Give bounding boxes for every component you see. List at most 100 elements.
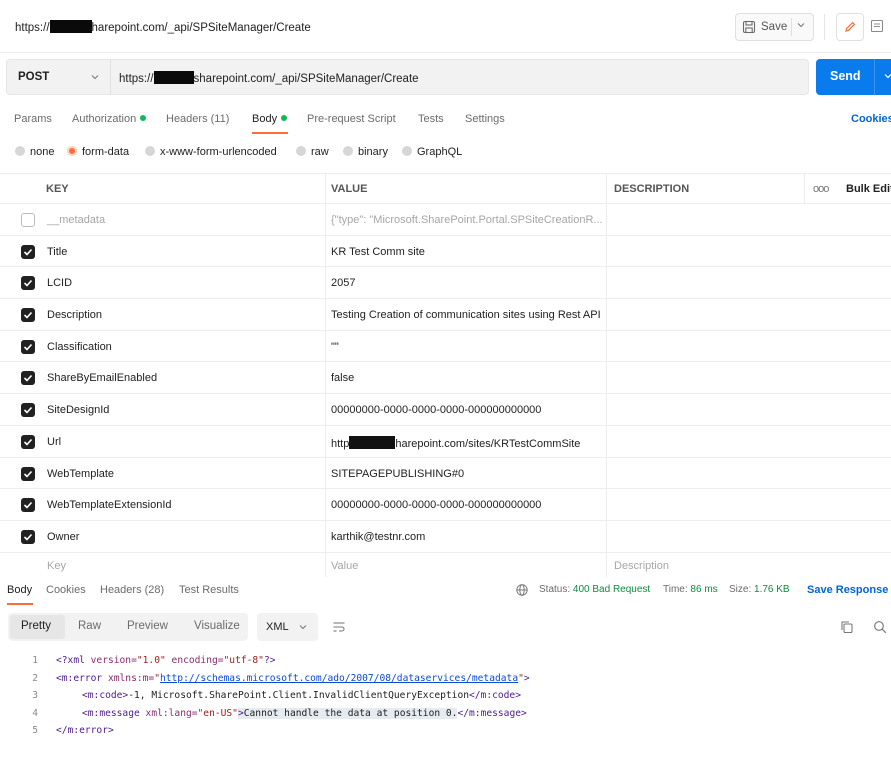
bulk-edit-button[interactable]: Bulk Edit — [846, 183, 891, 195]
row-checkbox[interactable] — [21, 308, 35, 323]
chevron-down-icon[interactable] — [90, 72, 100, 82]
value-cell[interactable]: 00000000-0000-0000-0000-000000000000 — [331, 404, 541, 416]
key-placeholder[interactable]: Key — [47, 560, 66, 572]
view-visualize[interactable]: Visualize — [194, 620, 240, 632]
radio-none[interactable]: none — [15, 146, 54, 158]
cookies-link[interactable]: Cookies — [851, 113, 891, 125]
response-tab-headers[interactable]: Headers (28) — [100, 584, 164, 596]
key-cell[interactable]: Classification — [47, 341, 112, 353]
row-checkbox[interactable] — [21, 213, 35, 227]
row-checkbox[interactable] — [21, 466, 35, 481]
value-cell[interactable]: karthik@testnr.com — [331, 531, 425, 543]
row-checkbox[interactable] — [21, 276, 35, 291]
column-divider — [325, 425, 326, 457]
row-checkbox[interactable] — [21, 498, 35, 513]
request-title[interactable]: https:// harepoint.com/_api/SPSiteManager… — [15, 20, 311, 34]
response-tab-test-results[interactable]: Test Results — [179, 584, 239, 596]
tab-params[interactable]: Params — [14, 113, 52, 125]
view-preview[interactable]: Preview — [127, 620, 168, 632]
send-button[interactable]: Send — [816, 59, 891, 95]
radio-raw[interactable]: raw — [296, 146, 329, 158]
table-row: LCID 2057 — [0, 267, 891, 300]
request-title-bar: https:// harepoint.com/_api/SPSiteManager… — [0, 0, 891, 53]
copy-icon[interactable] — [840, 620, 854, 634]
save-label: Save — [761, 21, 788, 33]
line-content: </m:error> — [56, 725, 114, 736]
value-cell[interactable]: http harepoint.com/sites/KRTestCommSite — [331, 435, 580, 450]
radio-graphql[interactable]: GraphQL — [402, 146, 462, 158]
value-cell[interactable]: 00000000-0000-0000-0000-000000000000 — [331, 499, 541, 511]
row-checkbox[interactable] — [21, 244, 35, 259]
view-pretty[interactable]: Pretty — [21, 620, 51, 632]
key-cell[interactable]: WebTemplateExtensionId — [47, 499, 172, 511]
column-divider — [606, 174, 607, 203]
format-select[interactable]: XML — [257, 613, 318, 641]
redacted-block — [349, 435, 396, 449]
more-options-button[interactable]: ooo — [813, 183, 829, 195]
key-cell[interactable]: Url — [47, 436, 61, 448]
radio-x-www-form-urlencoded[interactable]: x-www-form-urlencoded — [145, 146, 277, 158]
response-tab-body[interactable]: Body — [7, 584, 32, 596]
value-cell[interactable]: 2057 — [331, 277, 355, 289]
method-select[interactable]: POST — [18, 71, 49, 83]
comment-icon[interactable] — [870, 19, 884, 33]
column-divider — [325, 489, 326, 520]
row-checkbox[interactable] — [21, 371, 35, 386]
response-tab-cookies[interactable]: Cookies — [46, 584, 86, 596]
key-cell[interactable]: __metadata — [47, 214, 105, 226]
response-code-view[interactable]: 1 <?xml version="1.0" encoding="utf-8"?>… — [0, 652, 891, 740]
column-divider — [325, 362, 326, 394]
wrap-lines-icon[interactable] — [332, 620, 346, 634]
response-size[interactable]: Size: 1.76 KB — [729, 584, 790, 595]
chevron-down-icon[interactable] — [883, 71, 891, 81]
value-cell[interactable]: SITEPAGEPUBLISHING#0 — [331, 468, 464, 480]
checkbox-checked-icon — [23, 312, 33, 319]
row-checkbox[interactable] — [21, 529, 35, 544]
value-placeholder[interactable]: Value — [331, 560, 358, 572]
tab-pre-request-script[interactable]: Pre-request Script — [307, 113, 396, 125]
column-divider — [606, 299, 607, 330]
description-placeholder[interactable]: Description — [614, 560, 669, 572]
tab-authorization[interactable]: Authorization — [72, 113, 147, 125]
row-checkbox[interactable] — [21, 339, 35, 354]
key-cell[interactable]: WebTemplate — [47, 468, 114, 480]
tab-tests[interactable]: Tests — [418, 113, 444, 125]
response-tabs: Body Cookies Headers (28) Test Results S… — [0, 578, 891, 606]
value-cell[interactable]: false — [331, 372, 354, 384]
chevron-down-icon[interactable] — [796, 20, 806, 30]
edit-button[interactable] — [836, 13, 864, 41]
row-checkbox[interactable] — [21, 403, 35, 418]
url-input[interactable]: https:// sharepoint.com/_api/SPSiteManage… — [119, 71, 419, 85]
value-cell[interactable]: "" — [331, 341, 339, 353]
search-icon[interactable] — [873, 620, 887, 634]
key-cell[interactable]: Title — [47, 246, 67, 258]
key-cell[interactable]: SiteDesignId — [47, 404, 109, 416]
radio-label: x-www-form-urlencoded — [160, 146, 277, 158]
key-cell[interactable]: ShareByEmailEnabled — [47, 372, 157, 384]
response-status[interactable]: Status: 400 Bad Request — [539, 584, 650, 595]
tab-settings[interactable]: Settings — [465, 113, 505, 125]
key-cell[interactable]: LCID — [47, 277, 72, 289]
response-time[interactable]: Time: 86 ms — [663, 584, 718, 595]
value-cell[interactable]: Testing Creation of communication sites … — [331, 309, 601, 321]
save-response-button[interactable]: Save Response — [807, 584, 888, 596]
column-divider — [325, 457, 326, 489]
column-divider — [325, 204, 326, 235]
value-cell[interactable]: {"type": "Microsoft.SharePoint.Portal.SP… — [331, 214, 603, 226]
globe-icon[interactable] — [515, 583, 529, 597]
tab-headers[interactable]: Headers (11) — [166, 113, 229, 125]
radio-form-data[interactable]: form-data — [67, 146, 129, 158]
table-row: WebTemplateExtensionId 00000000-0000-000… — [0, 489, 891, 521]
namespace-link[interactable]: http://schemas.microsoft.com/ado/2007/08… — [160, 673, 518, 684]
pencil-icon — [845, 21, 856, 32]
key-cell[interactable]: Description — [47, 309, 102, 321]
tab-body[interactable]: Body — [252, 113, 288, 125]
view-raw[interactable]: Raw — [78, 620, 101, 632]
key-cell[interactable]: Owner — [47, 531, 79, 543]
row-checkbox[interactable] — [21, 434, 35, 449]
value-cell[interactable]: KR Test Comm site — [331, 246, 425, 258]
time-value: 86 ms — [690, 584, 718, 595]
value-prefix: http — [331, 437, 350, 450]
save-button[interactable]: Save — [735, 13, 814, 41]
radio-binary[interactable]: binary — [343, 146, 388, 158]
